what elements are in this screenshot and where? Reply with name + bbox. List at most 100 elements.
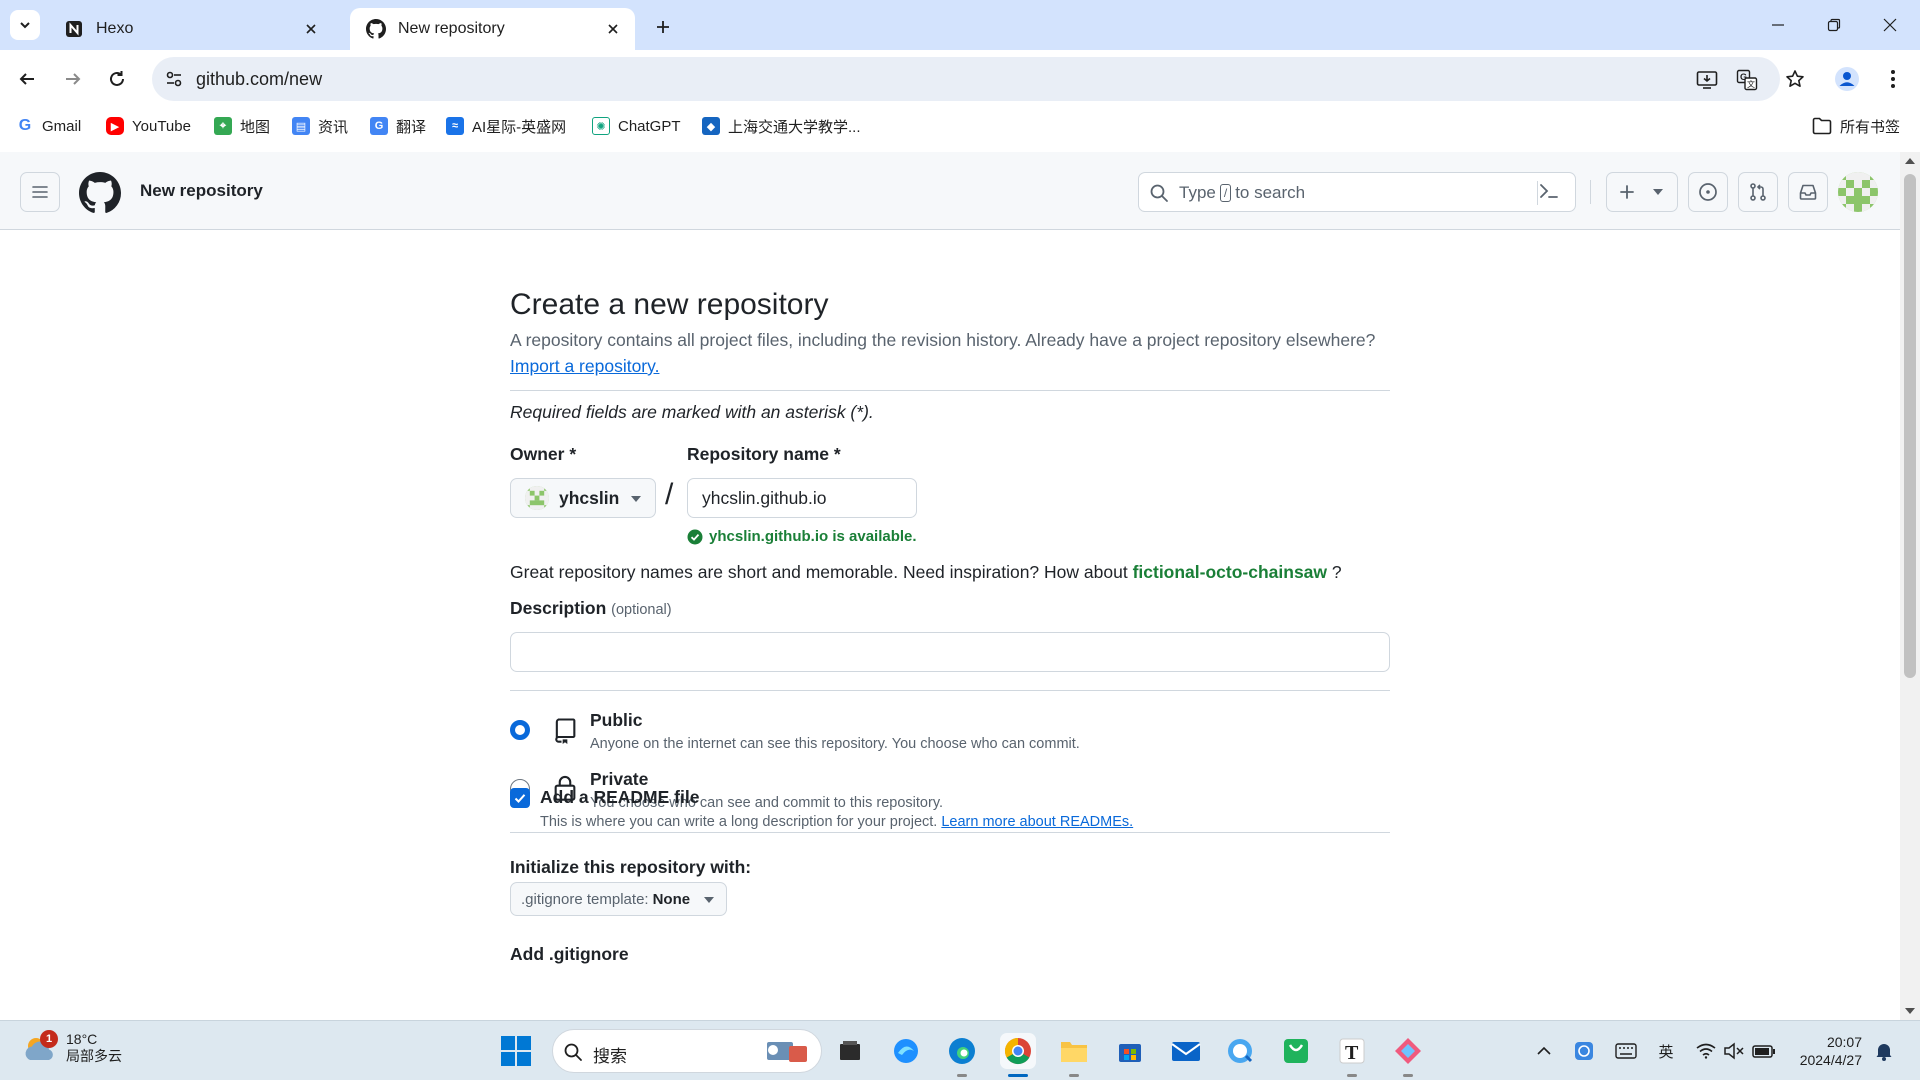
taskbar-edge[interactable] (944, 1033, 980, 1077)
browser-toolbar: github.com/new G文 (0, 50, 1920, 108)
pull-requests-button[interactable] (1738, 172, 1778, 212)
optional-hint: (optional) (611, 602, 672, 618)
scrollbar-thumb[interactable] (1904, 174, 1916, 678)
restore-button[interactable] (1806, 0, 1862, 50)
taskbar-search-placeholder: 搜索 (593, 1047, 627, 1066)
command-palette-icon[interactable] (1538, 180, 1560, 202)
bookmark-chatgpt[interactable]: ✺ ChatGPT (592, 114, 681, 138)
taskbar-chrome[interactable] (1000, 1033, 1036, 1077)
bookmark-ai[interactable]: ≈ AI星际-英盛网 (446, 114, 566, 138)
tab-new-repository[interactable]: New repository (350, 8, 635, 50)
import-repository-link[interactable]: Import a repository. (510, 356, 659, 377)
taskbar-browser-alt[interactable] (1222, 1033, 1258, 1069)
bookmark-news[interactable]: ▤ 资讯 (292, 114, 348, 138)
gitignore-value: None (652, 890, 691, 908)
triangle-down-icon (1653, 189, 1663, 195)
chevron-up-icon[interactable] (1532, 1039, 1556, 1063)
chrome-menu-button[interactable] (1876, 62, 1910, 96)
ime-indicator[interactable]: 英 (1654, 1039, 1678, 1063)
search-placeholder-pre: Type (1179, 183, 1216, 202)
taskbar-file-app[interactable] (832, 1033, 868, 1069)
new-tab-button[interactable] (648, 12, 678, 42)
minimize-button[interactable] (1750, 0, 1806, 50)
reload-button[interactable] (100, 62, 134, 96)
search-input[interactable]: Type / to search (1138, 172, 1576, 212)
scroll-up-arrow-icon[interactable] (1905, 158, 1915, 164)
owner-select[interactable]: yhcslin (510, 478, 656, 518)
bookmark-translate[interactable]: G 翻译 (370, 114, 426, 138)
init-label: Initialize this repository with: (510, 857, 752, 877)
site-settings-icon[interactable] (162, 67, 186, 91)
close-icon[interactable] (603, 19, 623, 39)
close-window-button[interactable] (1862, 0, 1918, 50)
tab-hexo[interactable]: Hexo (48, 8, 333, 50)
bookmark-gmail[interactable]: G Gmail (16, 114, 81, 138)
github-header: New repository Type / to search (0, 152, 1900, 230)
translate-icon[interactable]: G文 (1734, 67, 1760, 93)
taskbar-edge-dev[interactable] (888, 1033, 924, 1069)
taskbar-green-app[interactable] (1278, 1033, 1314, 1069)
hamburger-menu-button[interactable] (20, 172, 60, 212)
page-scrollbar[interactable] (1900, 152, 1920, 1020)
weather-badge: 1 (40, 1030, 58, 1048)
bookmark-star-button[interactable] (1778, 62, 1812, 96)
visibility-public-radio[interactable] (510, 720, 530, 740)
taskbar-git-app[interactable] (1390, 1033, 1426, 1077)
avatar[interactable] (1838, 172, 1878, 212)
readme-label[interactable]: Add a README file (540, 787, 699, 808)
issue-opened-icon (1699, 183, 1717, 201)
taskbar-clock[interactable]: 20:07 2024/4/27 (1790, 1033, 1862, 1069)
taskbar-mail[interactable] (1168, 1033, 1204, 1069)
close-icon[interactable] (301, 19, 321, 39)
back-button[interactable] (10, 62, 44, 96)
tab-title: New repository (398, 20, 505, 37)
search-shortcut-key: / (1219, 184, 1232, 202)
tab-search-button[interactable] (10, 10, 40, 40)
wifi-icon[interactable] (1694, 1039, 1718, 1063)
edge-icon (894, 1039, 918, 1063)
close-icon (1883, 18, 1897, 32)
taskbar-store[interactable] (1112, 1033, 1148, 1069)
learn-more-readmes-link[interactable]: Learn more about READMEs. (941, 814, 1133, 830)
issues-button[interactable] (1688, 172, 1728, 212)
readme-checkbox[interactable] (510, 788, 530, 808)
taskbar-file-explorer[interactable] (1056, 1033, 1092, 1077)
scroll-down-arrow-icon[interactable] (1905, 1008, 1915, 1014)
all-bookmarks[interactable]: 所有书签 (1812, 114, 1900, 138)
youtube-icon: ▶ (106, 117, 124, 135)
required-fields-note: Required fields are marked with an aster… (510, 402, 874, 422)
store-icon (1119, 1044, 1141, 1062)
install-app-icon[interactable] (1694, 67, 1720, 93)
forward-button[interactable] (56, 62, 90, 96)
gitignore-template-select[interactable]: .gitignore template: None (510, 882, 727, 916)
browser-tabstrip: Hexo New repository (0, 0, 1920, 50)
page-title: Create a new repository (510, 288, 829, 321)
keyboard-icon[interactable] (1614, 1039, 1638, 1063)
taskbar-search[interactable]: 搜索 (552, 1029, 822, 1073)
bookmark-sjtu[interactable]: ◆ 上海交通大学教学... (702, 114, 861, 138)
taskbar-typora[interactable]: T (1334, 1033, 1370, 1077)
cloud-sync-icon[interactable] (1572, 1039, 1596, 1063)
github-logo-icon[interactable] (79, 172, 121, 214)
address-bar[interactable]: github.com/new G文 (152, 57, 1780, 101)
app-indicator (957, 1074, 967, 1077)
bookmark-youtube[interactable]: ▶ YouTube (106, 114, 191, 138)
start-button[interactable] (501, 1036, 531, 1066)
bookmark-label: 翻译 (396, 118, 427, 136)
inbox-button[interactable] (1788, 172, 1828, 212)
repository-name-input[interactable] (687, 478, 917, 518)
weather-widget[interactable]: 1 18°C 局部多云 (22, 1030, 122, 1065)
notification-bell-icon[interactable] (1872, 1039, 1896, 1063)
description-input[interactable] (510, 632, 1390, 672)
profile-button[interactable] (1830, 62, 1864, 96)
volume-muted-icon[interactable] (1722, 1039, 1746, 1063)
visibility-public-title[interactable]: Public (590, 710, 643, 731)
bookmark-maps[interactable]: ⌖ 地图 (214, 114, 270, 138)
chrome-icon (1004, 1037, 1031, 1065)
green-app-icon (1284, 1039, 1308, 1063)
create-new-button[interactable] (1606, 172, 1678, 212)
name-suggestion-link[interactable]: fictional-octo-chainsaw (1133, 562, 1327, 582)
battery-icon[interactable] (1752, 1039, 1776, 1063)
search-placeholder: Type / to search (1179, 183, 1305, 203)
svg-text:T: T (1345, 1042, 1359, 1064)
